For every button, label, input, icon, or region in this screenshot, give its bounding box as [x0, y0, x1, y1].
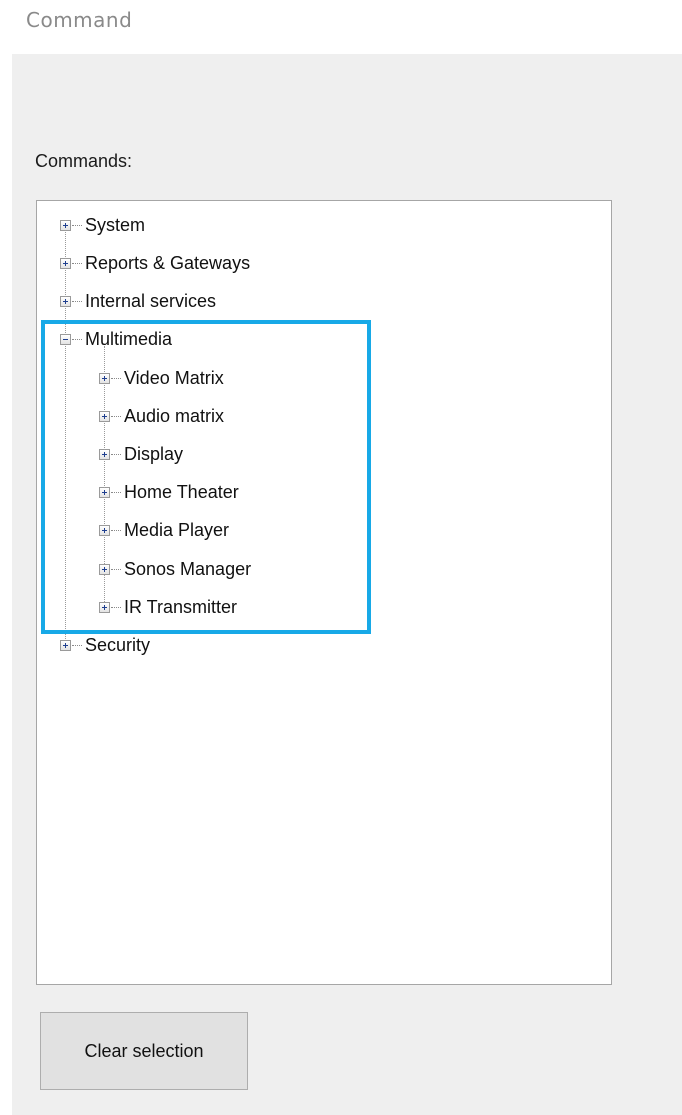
- tree-item-ir-transmitter[interactable]: IR Transmitter: [99, 594, 237, 620]
- tree-connector-dots: [111, 491, 121, 493]
- tree-connector-dots: [111, 377, 121, 379]
- tree-item-label: Reports & Gateways: [85, 252, 251, 273]
- tree-connector-dots: [111, 453, 121, 455]
- clear-selection-button[interactable]: Clear selection: [40, 1012, 248, 1090]
- tree-item-display[interactable]: Display: [99, 441, 183, 467]
- expand-plus-icon[interactable]: [99, 563, 110, 575]
- tree-item-multimedia[interactable]: Multimedia: [60, 326, 172, 352]
- collapse-minus-icon[interactable]: [60, 333, 71, 345]
- tree-item-home-theater[interactable]: Home Theater: [99, 479, 239, 505]
- tree-item-label: Multimedia: [85, 328, 173, 349]
- tree-item-video-matrix[interactable]: Video Matrix: [99, 365, 224, 391]
- expand-plus-icon[interactable]: [60, 219, 71, 231]
- tree-item-label: Security: [85, 634, 151, 655]
- commands-tree[interactable]: System Reports & Gateways Internal servi…: [36, 200, 612, 985]
- tree-item-label: Sonos Manager: [124, 558, 252, 579]
- tree-connector-dots: [72, 644, 82, 646]
- tree-item-label: System: [85, 214, 146, 235]
- expand-plus-icon[interactable]: [99, 372, 110, 384]
- tree-connector-dots: [72, 338, 82, 340]
- expand-plus-icon[interactable]: [99, 448, 110, 460]
- tree-item-label: Display: [124, 443, 184, 464]
- expand-plus-icon[interactable]: [99, 524, 110, 536]
- expand-plus-icon[interactable]: [99, 601, 110, 613]
- tree-item-label: IR Transmitter: [124, 596, 238, 617]
- expand-plus-icon[interactable]: [60, 257, 71, 269]
- tree-item-label: Home Theater: [124, 481, 239, 502]
- tree-connector-dots: [72, 262, 82, 264]
- tree-item-label: Audio matrix: [124, 405, 225, 426]
- tree-item-media-player[interactable]: Media Player: [99, 517, 229, 543]
- tree-connector-dots: [111, 568, 121, 570]
- expand-plus-icon[interactable]: [60, 639, 71, 651]
- tree-connector-dots: [111, 606, 121, 608]
- window-title: Command: [26, 8, 133, 32]
- tree-item-label: Internal services: [85, 290, 217, 311]
- tree-item-reports-gateways[interactable]: Reports & Gateways: [60, 250, 250, 276]
- tree-item-audio-matrix[interactable]: Audio matrix: [99, 403, 224, 429]
- tree-item-label: Video Matrix: [124, 367, 224, 388]
- tree-item-sonos-manager[interactable]: Sonos Manager: [99, 556, 251, 582]
- expand-plus-icon[interactable]: [60, 295, 71, 307]
- expand-plus-icon[interactable]: [99, 486, 110, 498]
- tree-item-internal-services[interactable]: Internal services: [60, 288, 216, 314]
- tree-item-label: Media Player: [124, 519, 230, 540]
- tree-connector-dots: [72, 300, 82, 302]
- tree-connector-dots: [111, 415, 121, 417]
- tree-item-security[interactable]: Security: [60, 632, 150, 658]
- expand-plus-icon[interactable]: [99, 410, 110, 422]
- tree-item-system[interactable]: System: [60, 212, 145, 238]
- commands-label: Commands:: [35, 151, 133, 171]
- tree-connector-dots: [111, 529, 121, 531]
- tree-connector-dots: [72, 224, 82, 226]
